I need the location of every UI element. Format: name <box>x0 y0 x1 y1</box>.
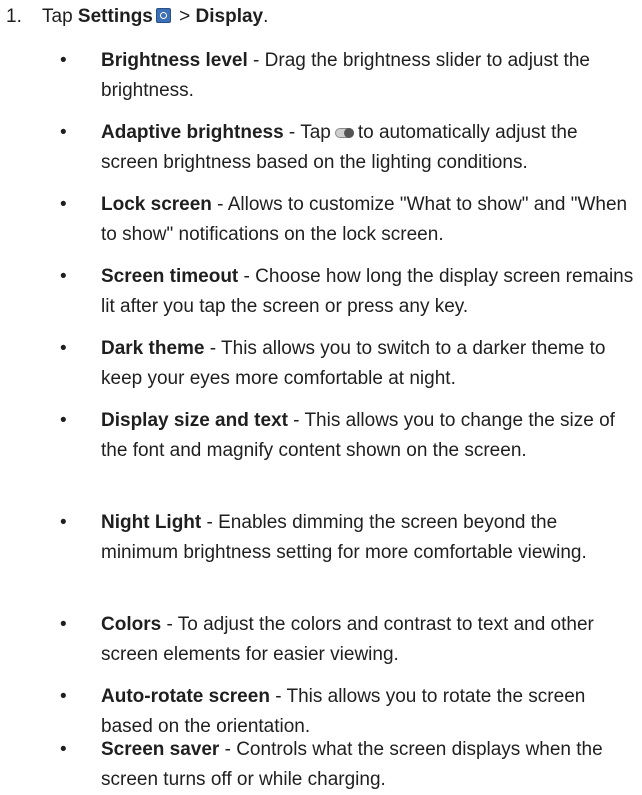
instructions-page: 1. Tap Settings > Display. • Brightness l… <box>0 0 642 793</box>
step-prefix: Tap <box>42 6 78 27</box>
item-title: Auto-rotate screen <box>101 686 270 707</box>
item-title: Colors <box>101 614 162 635</box>
item-text: Screen saver - Controls what the screen … <box>101 735 637 795</box>
bullet: • <box>60 614 67 635</box>
item-text: Colors - To adjust the colors and contra… <box>101 610 637 670</box>
item-title: Dark theme <box>101 338 205 359</box>
display-label: Display <box>195 6 264 27</box>
bullet: • <box>60 739 67 760</box>
item-title: Night Light <box>101 512 202 533</box>
bullet: • <box>60 50 67 71</box>
item-text: Lock screen - Allows to customize "What … <box>101 190 637 250</box>
item-text: Screen timeout - Choose how long the dis… <box>101 262 637 322</box>
item-title: Screen timeout <box>101 266 239 287</box>
item-text: Display size and text - This allows you … <box>101 406 637 466</box>
step-suffix: . <box>263 6 269 27</box>
bullet: • <box>60 512 67 533</box>
toggle-switch-icon <box>334 128 354 138</box>
bullet: • <box>60 410 67 431</box>
item-text: Dark theme - This allows you to switch t… <box>101 334 637 394</box>
item-title: Display size and text <box>101 410 288 431</box>
bullet: • <box>60 194 67 215</box>
item-title: Adaptive brightness <box>101 122 284 143</box>
item-description: - To adjust the colors and contrast to t… <box>101 614 594 665</box>
settings-label: Settings <box>77 6 153 27</box>
item-text: Brightness level - Drag the brightness s… <box>101 46 637 106</box>
item-text: Adaptive brightness - Tap to automaticall… <box>101 118 637 178</box>
item-text: Night Light - Enables dimming the screen… <box>101 508 637 568</box>
bullet: • <box>60 266 67 287</box>
step-number: 1. <box>6 6 22 27</box>
item-text: Auto-rotate screen - This allows you to … <box>101 682 637 742</box>
settings-icon <box>155 8 171 23</box>
item-title: Brightness level <box>101 50 248 71</box>
step-1: 1. Tap Settings > Display. <box>6 2 268 32</box>
item-title: Lock screen <box>101 194 212 215</box>
bullet: • <box>60 338 67 359</box>
item-title: Screen saver <box>101 739 220 760</box>
bullet: • <box>60 122 67 143</box>
item-description: - Tap <box>283 122 331 143</box>
bullet: • <box>60 686 67 707</box>
step-separator: > <box>173 6 196 27</box>
